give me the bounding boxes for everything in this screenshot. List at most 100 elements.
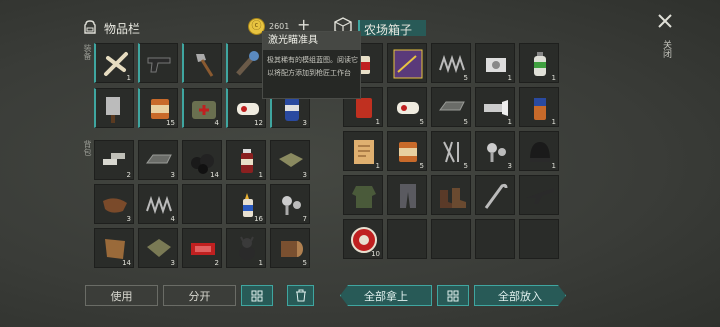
tooltip-description: 极其稀有的模组蓝图。阅读它以将配方添加到枪匠工作台 [267, 56, 358, 77]
chest-slot[interactable] [431, 219, 471, 259]
backpack-slot[interactable]: 4 [138, 184, 178, 224]
backpack-slot[interactable]: 1 [226, 140, 266, 180]
put-all-button[interactable]: 全部放入 [474, 285, 566, 306]
item-count: 1 [258, 259, 263, 267]
chest-slot[interactable]: 5 [431, 43, 471, 83]
crowbar-icon [484, 183, 508, 209]
equip-slot[interactable] [226, 43, 266, 83]
item-count: 16 [254, 215, 263, 223]
take-all-button[interactable]: 全部拿上 [340, 285, 432, 306]
backpack-section-label: 背包 [83, 140, 92, 156]
sort-inventory-button[interactable] [241, 285, 273, 306]
item-count: 1 [551, 118, 556, 126]
pants-icon [400, 184, 416, 208]
chest-slot[interactable]: 5 [387, 87, 427, 127]
chest-slot[interactable]: 1 [343, 131, 383, 171]
chest-slot[interactable]: 1 [475, 87, 515, 127]
split-button[interactable]: 分开 [163, 285, 236, 306]
chest-slot[interactable] [387, 219, 427, 259]
inventory-title: 物品栏 [104, 22, 141, 36]
boots-icon [440, 188, 466, 208]
discard-button[interactable] [287, 285, 314, 306]
put-all-label: 全部放入 [498, 289, 542, 303]
chest-slot[interactable]: 5 [431, 131, 471, 171]
equip-slot[interactable] [182, 43, 222, 83]
equip-slot[interactable] [138, 43, 178, 83]
coin-value: 2601 [269, 22, 290, 31]
backpack-slot[interactable]: 3 [94, 184, 134, 224]
backpack-slot[interactable]: 1 [226, 228, 266, 268]
backpack-slot[interactable]: 3 [138, 140, 178, 180]
item-count: 1 [375, 162, 380, 170]
item-count: 3 [170, 171, 175, 179]
item-count: 10 [371, 250, 380, 258]
chest-slot[interactable]: 5 [431, 87, 471, 127]
chest-slot[interactable] [387, 175, 427, 215]
backpack-slot[interactable]: 2 [182, 228, 222, 268]
item-count: 1 [375, 118, 380, 126]
equip-slot[interactable]: 12 [226, 88, 266, 128]
chest-slot[interactable] [475, 175, 515, 215]
chest-slot[interactable]: 1 [519, 87, 559, 127]
chest-slot[interactable] [519, 219, 559, 259]
item-count: 1 [126, 74, 131, 82]
item-count: 15 [166, 119, 175, 127]
backpack-slot[interactable]: 7 [270, 184, 310, 224]
item-count: 3 [302, 119, 307, 127]
backpack-slot[interactable]: 3 [138, 228, 178, 268]
chest-slot[interactable]: 5 [387, 131, 427, 171]
equip-slot[interactable]: 4 [182, 88, 222, 128]
close-icon[interactable] [656, 12, 674, 30]
chest-slot[interactable]: 3 [475, 131, 515, 171]
equip-slot[interactable]: 15 [138, 88, 178, 128]
item-count: 14 [210, 171, 219, 179]
trash-icon [295, 289, 306, 302]
chest-title: 农场箱子 [364, 23, 413, 37]
tooltip-title: 激光瞄准具 [263, 32, 360, 50]
item-count: 5 [463, 118, 468, 126]
item-count: 5 [463, 162, 468, 170]
backpack-slot[interactable]: 14 [182, 140, 222, 180]
chest-slot[interactable] [519, 175, 559, 215]
backpack-grid: 2 3 14 1 3 3 4 16 7 14 3 2 1 5 [94, 140, 310, 268]
item-count: 12 [254, 119, 263, 127]
hatchet-icon [196, 54, 214, 77]
blueprint-icon [393, 49, 423, 79]
item-count: 1 [507, 118, 512, 126]
item-count: 7 [302, 215, 307, 223]
rifle-icon [526, 188, 554, 204]
backpack-icon [82, 19, 98, 35]
chest-slot[interactable]: 1 [475, 43, 515, 83]
close-label[interactable]: 关闭 [660, 40, 673, 58]
equip-section-label: 装备 [83, 44, 92, 60]
chest-slot[interactable] [387, 43, 427, 83]
item-count: 1 [258, 171, 263, 179]
chest-slot[interactable]: 1 [519, 131, 559, 171]
spiked-club-icon [236, 51, 259, 76]
item-count: 2 [126, 171, 131, 179]
item-count: 5 [419, 118, 424, 126]
pistol-icon [147, 57, 171, 73]
chest-slot[interactable]: 1 [519, 43, 559, 83]
chest-slot[interactable]: 10 [343, 219, 383, 259]
sort-chest-button[interactable] [437, 285, 469, 306]
equip-slot[interactable]: 1 [94, 43, 134, 83]
chest-slot[interactable] [475, 219, 515, 259]
backpack-slot[interactable]: 3 [270, 140, 310, 180]
chest-slot[interactable] [431, 175, 471, 215]
item-count: 5 [463, 74, 468, 82]
use-button[interactable]: 使用 [85, 285, 158, 306]
backpack-slot[interactable]: 2 [94, 140, 134, 180]
backpack-slot[interactable]: 16 [226, 184, 266, 224]
backpack-slot[interactable]: 5 [270, 228, 310, 268]
backpack-slot[interactable] [182, 184, 222, 224]
chest-slot[interactable] [343, 175, 383, 215]
backpack-slot[interactable]: 14 [94, 228, 134, 268]
jacket-icon [352, 186, 376, 208]
item-count: 2 [214, 259, 219, 267]
equip-slot[interactable] [94, 88, 134, 128]
item-count: 3 [126, 215, 131, 223]
item-count: 14 [122, 259, 131, 267]
sort-grid-icon [447, 290, 459, 301]
item-count: 3 [302, 171, 307, 179]
